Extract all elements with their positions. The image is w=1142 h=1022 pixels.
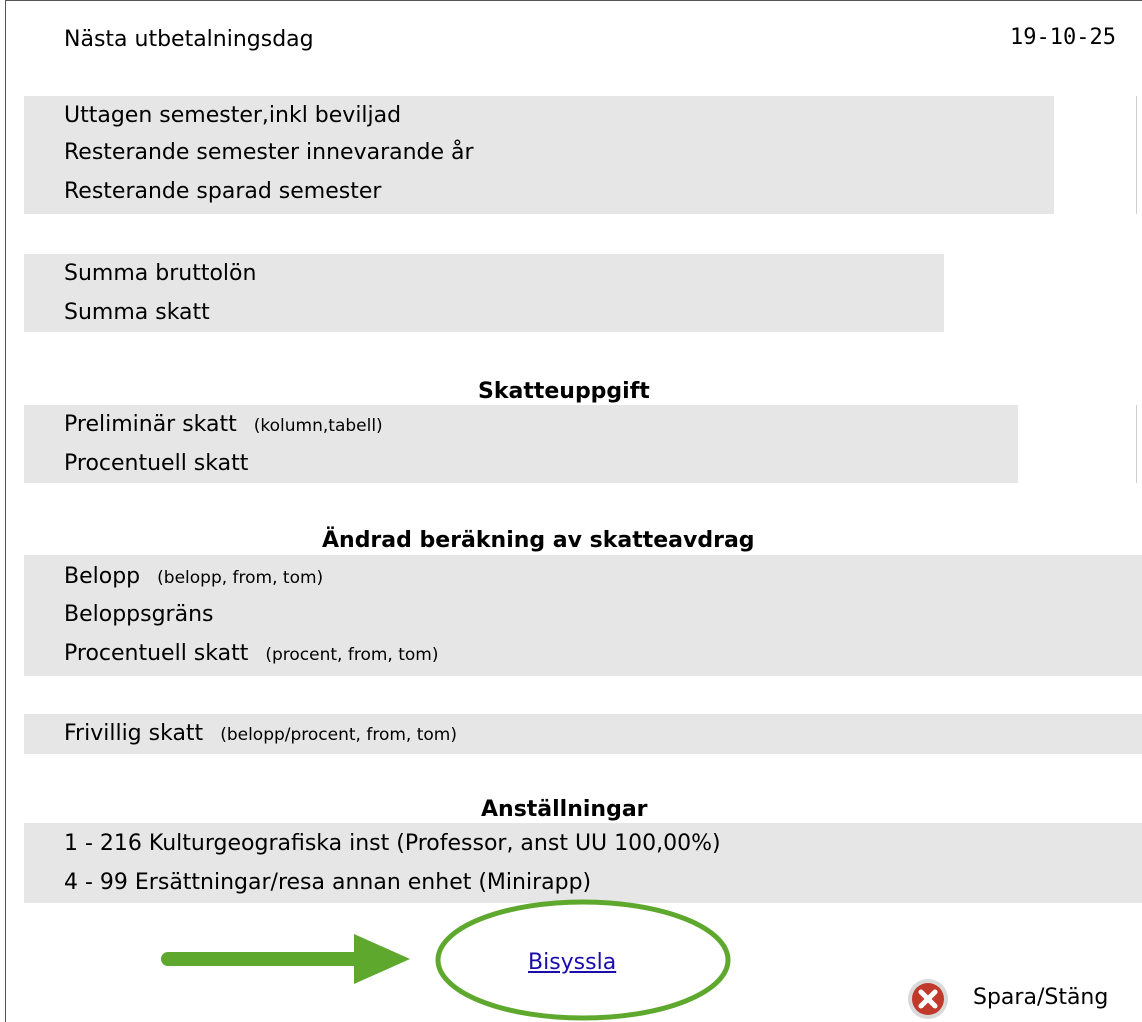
window-border-top bbox=[5, 0, 1142, 1]
changed-calc-panel: Belopp (belopp, from, tom) Beloppsgräns … bbox=[24, 555, 1142, 676]
employments-heading: Anställningar bbox=[481, 797, 648, 822]
column-divider bbox=[1136, 405, 1137, 483]
tax-prelim-label: Preliminär skatt bbox=[64, 412, 237, 437]
changed-calc-amount-row: Belopp (belopp, from, tom) bbox=[24, 559, 323, 595]
close-circle-icon[interactable] bbox=[906, 977, 950, 1021]
tax-info-panel: Preliminär skatt (kolumn,tabell) Procent… bbox=[24, 405, 1018, 483]
side-job-link[interactable]: Bisyssla bbox=[528, 945, 616, 981]
changed-calc-percent-row: Procentuell skatt (procent, from, tom) bbox=[24, 636, 438, 672]
changed-calc-limit-row: Beloppsgräns bbox=[64, 602, 214, 627]
tax-info-heading: Skatteuppgift bbox=[478, 379, 650, 404]
voluntary-tax-panel: Frivillig skatt (belopp/procent, from, t… bbox=[24, 714, 1142, 754]
vacation-row-remaining-saved: Resterande sparad semester bbox=[64, 179, 382, 204]
employment-row: 1 - 216 Kulturgeografiska inst (Professo… bbox=[64, 831, 721, 856]
vacation-row-remaining-current: Resterande semester innevarande år bbox=[64, 140, 474, 165]
changed-calc-amount-hint: (belopp, from, tom) bbox=[157, 568, 324, 588]
totals-panel: Summa bruttolön Summa skatt bbox=[24, 254, 944, 332]
tax-prelim-hint: (kolumn,tabell) bbox=[253, 416, 383, 436]
vacation-panel: Uttagen semester,inkl beviljad Resterand… bbox=[24, 96, 1054, 214]
employments-panel: 1 - 216 Kulturgeografiska inst (Professo… bbox=[24, 823, 1142, 903]
next-payday-label: Nästa utbetalningsdag bbox=[64, 27, 314, 52]
save-close-button[interactable]: Spara/Stäng bbox=[973, 980, 1108, 1016]
totals-row-gross: Summa bruttolön bbox=[64, 261, 257, 286]
totals-row-tax: Summa skatt bbox=[64, 300, 210, 325]
tax-percent-row: Procentuell skatt bbox=[64, 451, 249, 476]
changed-calc-percent-label: Procentuell skatt bbox=[64, 641, 249, 666]
arrow-right-icon bbox=[161, 934, 410, 984]
voluntary-tax-row: Frivillig skatt (belopp/procent, from, t… bbox=[24, 716, 457, 752]
changed-calc-percent-hint: (procent, from, tom) bbox=[265, 645, 439, 665]
window-border-left bbox=[5, 0, 6, 1022]
changed-calc-amount-label: Belopp bbox=[64, 564, 141, 589]
voluntary-tax-label: Frivillig skatt bbox=[64, 721, 204, 746]
voluntary-tax-hint: (belopp/procent, from, tom) bbox=[220, 725, 457, 745]
changed-calc-heading: Ändrad beräkning av skatteavdrag bbox=[322, 528, 755, 553]
salary-info-window: Nästa utbetalningsdag 19-10-25 Uttagen s… bbox=[0, 0, 1142, 1022]
tax-prelim-row: Preliminär skatt (kolumn,tabell) bbox=[24, 407, 383, 443]
column-divider bbox=[1136, 96, 1137, 214]
vacation-row-taken: Uttagen semester,inkl beviljad bbox=[64, 103, 402, 128]
next-payday-value: 19-10-25 bbox=[1010, 25, 1116, 50]
